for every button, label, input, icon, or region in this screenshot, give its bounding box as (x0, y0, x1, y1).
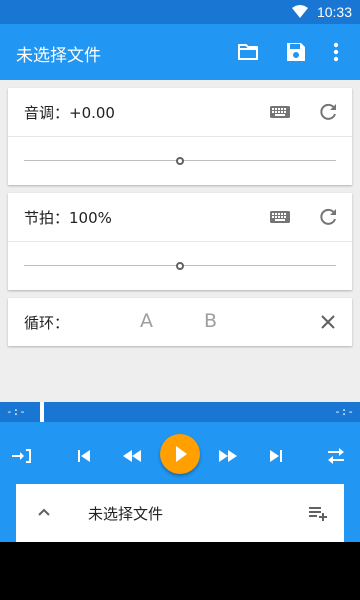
save-button[interactable] (284, 40, 308, 64)
elapsed-time: -:- (6, 405, 26, 418)
repeat-mode-button[interactable] (324, 444, 348, 468)
tempo-header: 节拍：100% (8, 193, 352, 241)
loop-point-b-button[interactable]: B (204, 310, 217, 332)
pitch-keyboard-button[interactable] (268, 100, 292, 124)
progress-bar[interactable]: -:- -:- (0, 402, 360, 422)
close-icon (321, 315, 335, 329)
tempo-card: 节拍：100% (8, 193, 352, 290)
pitch-header: 音调：+0.00 (8, 88, 352, 136)
wifi-icon (292, 5, 308, 18)
tempo-keyboard-button[interactable] (268, 205, 292, 229)
play-icon (176, 446, 187, 462)
open-folder-button[interactable] (236, 40, 260, 64)
fast-forward-button[interactable] (216, 444, 240, 468)
playlist-add-icon (309, 507, 327, 521)
add-to-playlist-button[interactable] (306, 501, 330, 525)
expand-panel-button[interactable] (32, 501, 56, 525)
rewind-button[interactable] (120, 444, 144, 468)
skip-previous-icon (78, 450, 90, 462)
save-icon (287, 43, 305, 61)
skip-previous-button[interactable] (72, 444, 96, 468)
refresh-icon (320, 208, 336, 225)
content-area: 音调：+0.00 节拍：100% 循环： A B (0, 80, 360, 402)
pitch-card: 音调：+0.00 (8, 88, 352, 185)
remaining-time: -:- (334, 405, 354, 418)
navigation-bar (0, 542, 360, 600)
folder-icon (238, 44, 258, 60)
slider-thumb[interactable] (176, 262, 184, 270)
app-title: 未选择文件 (16, 46, 101, 66)
more-vert-icon (333, 42, 339, 62)
keyboard-icon (270, 211, 290, 223)
app-bar: 未选择文件 (0, 24, 360, 80)
pitch-label: 音调：+0.00 (24, 104, 115, 122)
slider-thumb[interactable] (176, 157, 184, 165)
current-file-name: 未选择文件 (88, 505, 164, 523)
swap-arrows-icon (328, 448, 344, 464)
rewind-icon (123, 450, 141, 462)
import-button[interactable] (10, 444, 34, 468)
tempo-label: 节拍：100% (24, 209, 112, 227)
progress-handle[interactable] (40, 402, 44, 422)
skip-next-button[interactable] (264, 444, 288, 468)
loop-label: 循环： (24, 314, 70, 332)
loop-point-a-button[interactable]: A (140, 310, 153, 332)
skip-next-icon (270, 450, 282, 462)
pitch-reset-button[interactable] (316, 100, 340, 124)
keyboard-icon (270, 106, 290, 118)
import-icon (12, 449, 31, 463)
file-panel: 未选择文件 (16, 484, 344, 542)
chevron-up-icon (38, 508, 50, 516)
more-options-button[interactable] (326, 40, 346, 64)
status-bar: 10:33 (0, 0, 360, 24)
fast-forward-icon (219, 450, 237, 462)
play-button[interactable] (160, 434, 200, 474)
status-time: 10:33 (316, 4, 352, 20)
pitch-slider[interactable] (8, 137, 352, 185)
clear-loop-button[interactable] (316, 310, 340, 334)
loop-card: 循环： A B (8, 298, 352, 346)
refresh-icon (320, 103, 336, 120)
tempo-reset-button[interactable] (316, 205, 340, 229)
tempo-slider[interactable] (8, 242, 352, 290)
